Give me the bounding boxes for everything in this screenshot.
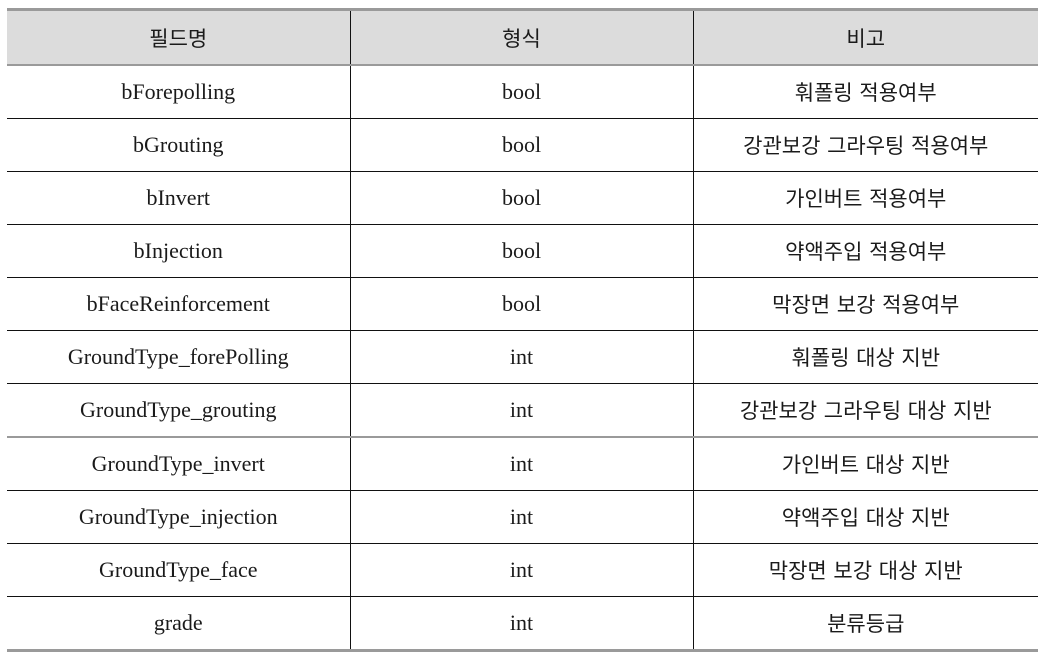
type-cell: int [350, 437, 694, 491]
table-row: bInvert bool 가인버트 적용여부 [7, 171, 1038, 225]
type-cell: int [350, 490, 694, 544]
table-row: GroundType_invert int 가인버트 대상 지반 [7, 437, 1038, 491]
table-row: bGrouting bool 강관보강 그라우팅 적용여부 [7, 118, 1038, 172]
table-row: GroundType_grouting int 강관보강 그라우팅 대상 지반 [7, 383, 1038, 438]
note-cell: 강관보강 그라우팅 대상 지반 [693, 383, 1038, 438]
header-field-name: 필드명 [7, 8, 351, 66]
field-definition-table: 필드명 형식 비고 bForepolling bool 훠폴링 적용여부 bGr… [7, 8, 1038, 652]
field-name-cell: GroundType_invert [7, 437, 351, 491]
type-cell: bool [350, 65, 694, 119]
note-cell: 막장면 보강 대상 지반 [693, 543, 1038, 597]
field-name-cell: grade [7, 596, 351, 652]
field-name-cell: bInvert [7, 171, 351, 225]
type-cell: bool [350, 171, 694, 225]
note-cell: 가인버트 대상 지반 [693, 437, 1038, 491]
header-type: 형식 [350, 8, 694, 66]
table-row: bFaceReinforcement bool 막장면 보강 적용여부 [7, 277, 1038, 331]
note-cell: 훠폴링 적용여부 [693, 65, 1038, 119]
field-name-cell: GroundType_face [7, 543, 351, 597]
field-name-cell: GroundType_injection [7, 490, 351, 544]
type-cell: bool [350, 118, 694, 172]
type-cell: bool [350, 224, 694, 278]
note-cell: 약액주입 대상 지반 [693, 490, 1038, 544]
type-cell: int [350, 383, 694, 438]
table-row: GroundType_injection int 약액주입 대상 지반 [7, 490, 1038, 544]
table-row: grade int 분류등급 [7, 596, 1038, 652]
table-row: GroundType_face int 막장면 보강 대상 지반 [7, 543, 1038, 597]
table-row: bInjection bool 약액주입 적용여부 [7, 224, 1038, 278]
table-row: bForepolling bool 훠폴링 적용여부 [7, 65, 1038, 119]
field-name-cell: bInjection [7, 224, 351, 278]
field-name-cell: bGrouting [7, 118, 351, 172]
type-cell: bool [350, 277, 694, 331]
header-row: 필드명 형식 비고 [7, 8, 1038, 66]
note-cell: 강관보강 그라우팅 적용여부 [693, 118, 1038, 172]
note-cell: 분류등급 [693, 596, 1038, 652]
type-cell: int [350, 543, 694, 597]
type-cell: int [350, 330, 694, 384]
header-note: 비고 [693, 8, 1038, 66]
note-cell: 막장면 보강 적용여부 [693, 277, 1038, 331]
field-name-cell: bFaceReinforcement [7, 277, 351, 331]
table-row: GroundType_forePolling int 훠폴링 대상 지반 [7, 330, 1038, 384]
note-cell: 훠폴링 대상 지반 [693, 330, 1038, 384]
field-name-cell: GroundType_forePolling [7, 330, 351, 384]
field-name-cell: bForepolling [7, 65, 351, 119]
note-cell: 약액주입 적용여부 [693, 224, 1038, 278]
type-cell: int [350, 596, 694, 652]
field-name-cell: GroundType_grouting [7, 383, 351, 438]
note-cell: 가인버트 적용여부 [693, 171, 1038, 225]
